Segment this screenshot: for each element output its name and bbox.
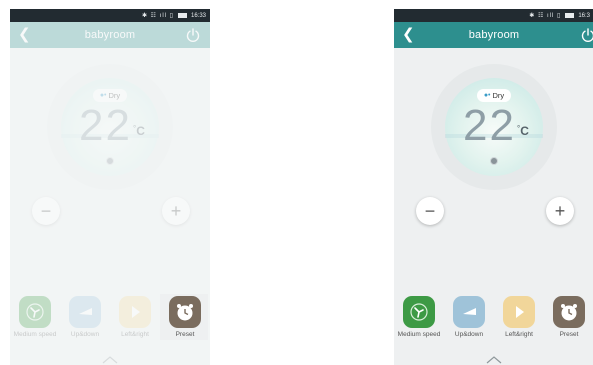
alarm-clock-icon: [169, 296, 201, 328]
function-label: Left&right: [505, 331, 533, 338]
medium-speed-button[interactable]: Medium speed: [11, 296, 59, 338]
title-bar: ❮ babyroom: [10, 22, 210, 48]
increase-temp-button[interactable]: +: [162, 197, 190, 225]
back-icon[interactable]: ❮: [402, 27, 415, 42]
back-icon[interactable]: ❮: [18, 27, 31, 42]
up-down-swing-button[interactable]: Up&down: [445, 296, 493, 338]
function-label: Up&down: [454, 331, 484, 338]
dry-mode-icon: ●•: [99, 92, 107, 99]
function-label: Preset: [175, 331, 195, 338]
preset-button[interactable]: Preset: [161, 296, 209, 338]
mode-label: Dry: [492, 91, 505, 100]
vertical-swing-icon: [453, 296, 485, 328]
page-title: babyroom: [84, 29, 136, 41]
status-bar: ✱ ☷ ıll ▯ 16:3: [394, 9, 593, 22]
horizontal-swing-icon: [503, 296, 535, 328]
power-icon[interactable]: [185, 27, 201, 43]
temperature-value: 22: [79, 101, 132, 150]
dial-indicator-dot: [106, 157, 114, 165]
page-title: babyroom: [468, 29, 520, 41]
chevron-up-icon[interactable]: [486, 356, 502, 364]
vertical-swing-icon: [69, 296, 101, 328]
function-label: Preset: [559, 331, 579, 338]
preset-button[interactable]: Preset: [545, 296, 593, 338]
dial-indicator-dot: [490, 157, 498, 165]
function-label: Medium speed: [397, 331, 441, 338]
status-time: 16:33: [190, 12, 206, 19]
decrease-temp-button[interactable]: −: [416, 197, 444, 225]
function-bar: Medium speed Up&down Left&right Preset: [10, 296, 210, 338]
function-label: Up&down: [70, 331, 100, 338]
status-bar: ✱ ☷ ıll ▯ 16:33: [10, 9, 210, 22]
signal-icons: ✱ ☷ ıll ▯: [141, 13, 174, 19]
phone-screen-active: ✱ ☷ ıll ▯ 16:3 ❮ babyroom ●• Dry 22 °C −…: [394, 9, 593, 365]
title-bar: ❮ babyroom: [394, 22, 593, 48]
increase-temp-button[interactable]: +: [546, 197, 574, 225]
decrease-temp-button[interactable]: −: [32, 197, 60, 225]
mode-label: Dry: [108, 91, 121, 100]
battery-icon: [565, 13, 575, 18]
battery-icon: [177, 13, 187, 18]
function-label: Medium speed: [13, 331, 57, 338]
temperature-dial[interactable]: ●• Dry 22 °C: [431, 64, 557, 190]
temperature-unit: °C: [517, 124, 529, 138]
temperature-dial[interactable]: ●• Dry 22 °C: [47, 64, 173, 190]
fan-icon: [19, 296, 51, 328]
temperature-dial-face: ●• Dry 22 °C: [61, 78, 159, 176]
left-right-swing-button[interactable]: Left&right: [111, 296, 159, 338]
up-down-swing-button[interactable]: Up&down: [61, 296, 109, 338]
power-icon[interactable]: [580, 27, 593, 43]
left-right-swing-button[interactable]: Left&right: [495, 296, 543, 338]
phone-screen-dimmed: ✱ ☷ ıll ▯ 16:33 ❮ babyroom ●• Dry 22 °C …: [10, 9, 210, 365]
dry-mode-icon: ●•: [483, 92, 491, 99]
medium-speed-button[interactable]: Medium speed: [395, 296, 443, 338]
status-time: 16:3: [578, 12, 590, 19]
signal-icons: ✱ ☷ ıll ▯: [529, 13, 562, 19]
function-label: Left&right: [121, 331, 149, 338]
fan-icon: [403, 296, 435, 328]
temperature-value: 22: [463, 101, 516, 150]
function-bar: Medium speed Up&down Left&right Preset: [394, 296, 593, 338]
alarm-clock-icon: [553, 296, 585, 328]
temperature-unit: °C: [133, 124, 145, 138]
chevron-up-icon[interactable]: [102, 356, 118, 364]
temperature-dial-face: ●• Dry 22 °C: [445, 78, 543, 176]
horizontal-swing-icon: [119, 296, 151, 328]
